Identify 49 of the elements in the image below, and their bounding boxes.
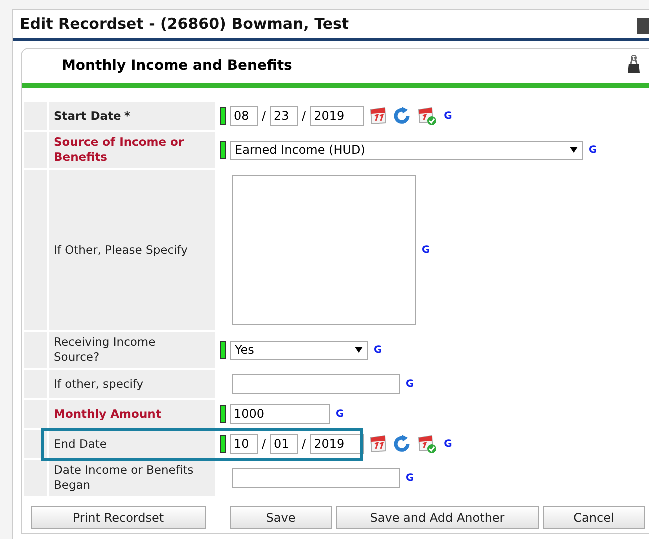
- refresh-icon[interactable]: [392, 434, 412, 454]
- field-label: Start Date *: [54, 108, 130, 124]
- year-field[interactable]: 2019: [310, 106, 364, 126]
- dropdown[interactable]: Yes: [230, 340, 368, 360]
- binder-clip-icon[interactable]: [626, 55, 642, 75]
- help-link[interactable]: G: [444, 438, 452, 450]
- help-link[interactable]: G: [406, 378, 414, 390]
- field-label: Monthly Amount: [54, 406, 162, 422]
- field-label: Date Income or Benefits Began: [54, 463, 195, 493]
- field-label: Source of Income or Benefits: [54, 135, 186, 165]
- refresh-icon[interactable]: [392, 106, 412, 126]
- calendar-check-icon[interactable]: [416, 106, 438, 126]
- year-field[interactable]: 2019: [310, 434, 364, 454]
- help-link[interactable]: G: [336, 408, 344, 420]
- caret-icon: [355, 347, 363, 353]
- day-field[interactable]: 01: [270, 434, 298, 454]
- row-stub: [24, 460, 47, 496]
- date-separator: /: [302, 109, 306, 123]
- input-field[interactable]: 1000: [230, 404, 330, 424]
- action-button[interactable]: Print Recordset: [31, 506, 206, 529]
- field-label: If Other, Please Specify: [54, 242, 188, 258]
- date-separator: /: [262, 109, 266, 123]
- help-link[interactable]: G: [374, 344, 382, 356]
- month-field[interactable]: 08: [230, 106, 258, 126]
- calendar-icon[interactable]: [368, 434, 388, 454]
- input-field[interactable]: [232, 468, 400, 488]
- dialog-title: Edit Recordset - (26860) Bowman, Test: [20, 15, 350, 33]
- help-link[interactable]: G: [589, 144, 598, 156]
- row-stub: [24, 400, 47, 428]
- action-button[interactable]: Save: [230, 506, 332, 529]
- calendar-icon[interactable]: [368, 106, 388, 126]
- date-separator: /: [302, 437, 306, 451]
- help-link[interactable]: G: [444, 110, 452, 122]
- action-button[interactable]: Cancel: [543, 506, 645, 529]
- calendar-check-icon[interactable]: [416, 434, 438, 454]
- dropdown[interactable]: Earned Income (HUD): [230, 140, 583, 160]
- text-area[interactable]: [232, 175, 416, 325]
- section-title: Monthly Income and Benefits: [62, 58, 292, 74]
- help-link[interactable]: G: [422, 244, 430, 256]
- field-label: End Date: [54, 436, 107, 452]
- month-field[interactable]: 10: [230, 434, 258, 454]
- day-field[interactable]: 23: [270, 106, 298, 126]
- date-separator: /: [262, 437, 266, 451]
- field-label: If other, specify: [54, 376, 144, 392]
- caret-icon: [570, 147, 578, 153]
- field-label: Receiving Income Source?: [54, 335, 157, 365]
- input-field[interactable]: [232, 374, 400, 394]
- help-link[interactable]: G: [406, 472, 414, 484]
- action-button[interactable]: Save and Add Another: [336, 506, 539, 529]
